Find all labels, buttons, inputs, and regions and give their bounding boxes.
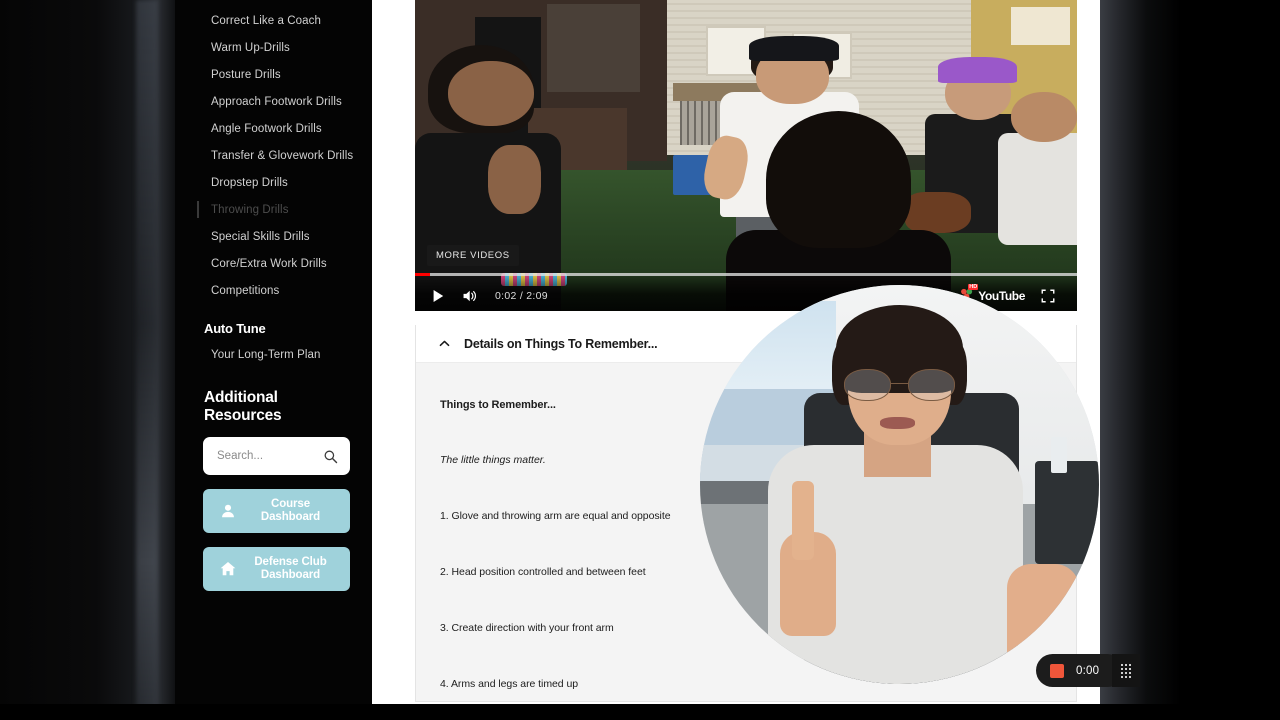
recording-widget[interactable]: 0:00 [1036, 654, 1124, 687]
time-display: 0:02 / 2:09 [495, 290, 548, 302]
sidebar-item-competitions[interactable]: Competitions [175, 278, 372, 305]
video-player[interactable]: MORE VIDEOS 0:02 / 2:09 [415, 0, 1077, 311]
bottom-black-strip [0, 704, 1280, 720]
sidebar-heading-additional-resources: Additional Resources [204, 389, 282, 424]
volume-icon[interactable] [457, 285, 483, 307]
sidebar-item-transfer-glovework-drills[interactable]: Transfer & Glovework Drills [175, 143, 372, 170]
sidebar-search-wrap [175, 431, 372, 475]
screen-root: Correct Like a Coach Warm Up-Drills Post… [0, 0, 1280, 720]
sidebar-item-dropstep-drills[interactable]: Dropstep Drills [175, 170, 372, 197]
sidebar-item-core-extra-work-drills[interactable]: Core/Extra Work Drills [175, 251, 372, 278]
home-icon [219, 560, 237, 578]
person-icon [219, 502, 237, 520]
sidebar-item-angle-footwork-drills[interactable]: Angle Footwork Drills [175, 116, 372, 143]
recording-timer: 0:00 [1076, 664, 1100, 677]
sidebar-item-warm-up-drills[interactable]: Warm Up-Drills [175, 35, 372, 62]
sidebar-item-clipped[interactable] [175, 0, 372, 8]
sidebar-heading-auto-tune: Auto Tune [204, 321, 266, 336]
more-videos-badge[interactable]: MORE VIDEOS [427, 245, 519, 266]
sidebar-item-throwing-drills[interactable]: Throwing Drills [175, 197, 372, 224]
chevron-up-icon[interactable] [438, 337, 451, 350]
defense-club-dashboard-button[interactable]: Defense Club Dashboard [203, 547, 350, 591]
sidebar-item-correct-like-a-coach[interactable]: Correct Like a Coach [175, 8, 372, 35]
progress-fill [415, 273, 430, 276]
search-icon[interactable] [323, 449, 338, 464]
accordion-title: Details on Things To Remember... [464, 336, 658, 351]
search-box[interactable] [203, 437, 350, 475]
drag-handle-icon[interactable] [1112, 654, 1140, 687]
defense-club-dashboard-label: Defense Club Dashboard [254, 556, 327, 581]
right-desktop-gutter [1100, 0, 1280, 720]
course-dashboard-button[interactable]: Course Dashboard [203, 489, 350, 533]
sidebar-item-your-long-term-plan[interactable]: Your Long-Term Plan [175, 342, 372, 369]
sidebar-item-posture-drills[interactable]: Posture Drills [175, 62, 372, 89]
sidebar-nav-list: Correct Like a Coach Warm Up-Drills Post… [175, 0, 372, 305]
course-dashboard-label: Course Dashboard [260, 498, 321, 523]
play-icon[interactable] [425, 285, 451, 307]
sidebar-item-approach-footwork-drills[interactable]: Approach Footwork Drills [175, 89, 372, 116]
gutter-sheen [136, 0, 158, 720]
sidebar-item-special-skills-drills[interactable]: Special Skills Drills [175, 224, 372, 251]
left-desktop-gutter [0, 0, 175, 720]
search-input[interactable] [217, 450, 317, 462]
stop-square-icon[interactable] [1050, 663, 1064, 678]
progress-track[interactable] [415, 273, 1077, 276]
webcam-overlay-bubble[interactable] [700, 285, 1099, 684]
course-sidebar: Correct Like a Coach Warm Up-Drills Post… [175, 0, 372, 720]
